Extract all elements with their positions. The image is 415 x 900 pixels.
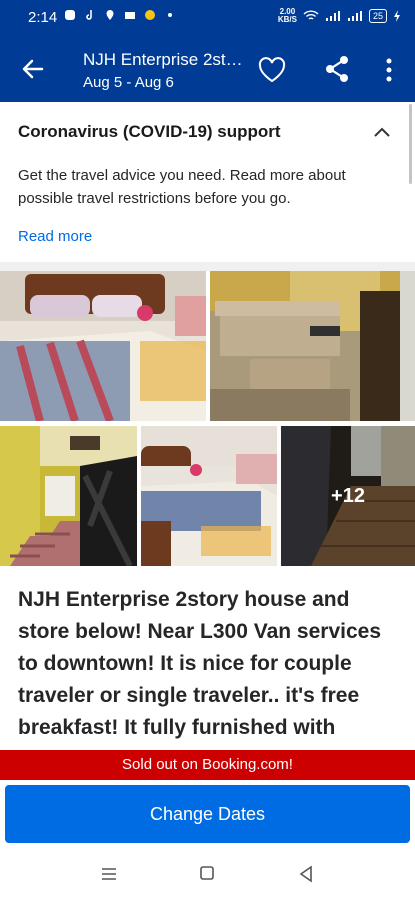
property-description: NJH Enterprise 2story house and store be… — [18, 588, 382, 739]
bedroom-photo-2[interactable] — [141, 426, 277, 566]
property-title: NJH Enterprise 2story house and store be… — [83, 50, 243, 69]
battery-indicator: 25 — [368, 9, 387, 23]
location-icon — [106, 10, 114, 20]
system-nav-bar — [0, 850, 415, 900]
signal-icon-2 — [347, 11, 362, 21]
wifi-icon — [303, 10, 319, 20]
charging-icon — [394, 10, 400, 22]
home-icon[interactable] — [199, 865, 215, 881]
notification-icons — [64, 9, 176, 21]
signal-icon — [325, 11, 340, 21]
system-status: 2.00 KB/S 25 — [278, 8, 401, 24]
stay-dates[interactable]: Aug 5 - Aug 6 — [83, 74, 174, 91]
bedroom-photo[interactable] — [0, 271, 206, 421]
app-badge-icon — [145, 10, 155, 20]
change-dates-button[interactable]: Change Dates — [5, 785, 410, 843]
staircase-photo[interactable] — [0, 426, 137, 566]
covid-heading: Coronavirus (COVID-19) support — [18, 122, 281, 141]
net-speed: 2.00 KB/S — [278, 8, 297, 24]
share-icon[interactable] — [322, 54, 352, 84]
divider — [0, 262, 415, 271]
covid-support-card: Coronavirus (COVID-19) support Get the t… — [0, 102, 415, 262]
more-vert-icon[interactable] — [384, 56, 394, 84]
recent-apps-icon[interactable] — [100, 865, 118, 883]
chevron-up-icon[interactable] — [372, 124, 392, 140]
desk-photo[interactable] — [210, 271, 415, 421]
photo-gallery: +12 — [0, 271, 415, 566]
more-photos-count[interactable]: +12 — [281, 426, 415, 566]
heart-icon[interactable] — [257, 56, 287, 84]
status-time: 2:14 — [28, 9, 58, 26]
back-arrow-icon[interactable] — [20, 56, 46, 82]
cta-container: Change Dates — [0, 780, 415, 850]
music-app-icon — [86, 10, 92, 20]
dot-icon — [168, 13, 172, 17]
net-speed-unit: KB/S — [277, 15, 297, 24]
chat-icon — [65, 10, 75, 20]
app-bar: NJH Enterprise 2story house and store be… — [0, 36, 415, 102]
nav-back-icon[interactable] — [297, 865, 315, 883]
scrollbar[interactable] — [409, 104, 412, 184]
sold-out-banner: Sold out on Booking.com! — [0, 750, 415, 780]
mail-icon — [125, 12, 135, 19]
covid-body: Get the travel advice you need. Read mor… — [18, 167, 346, 207]
read-more-link[interactable]: Read more — [18, 228, 92, 245]
status-bar: 2:14 2.00 KB/S 25 — [0, 0, 415, 36]
hallway-photo[interactable]: +12 — [281, 426, 415, 566]
